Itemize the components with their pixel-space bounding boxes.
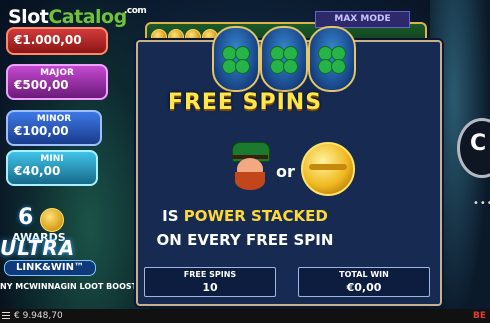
jackpot-mini: MINI €40,00 — [6, 150, 98, 186]
jackpot-mini-label: MINI — [40, 154, 64, 164]
jackpot-grand: €1.000,00 — [6, 27, 108, 55]
power-stacked-line: IS POWER STACKED — [0, 207, 490, 225]
jackpot-major-label: MAJOR — [40, 68, 74, 78]
or-text: or — [276, 162, 295, 181]
loot-boost-label: NY MCWINNAGIN LOOT BOOST — [0, 282, 138, 291]
jackpot-minor-value: €100,00 — [14, 124, 69, 138]
line1-prefix: IS — [162, 207, 184, 225]
bottom-status-bar: € 9.948,70 BE — [0, 309, 490, 323]
free-spins-title: FREE SPINS — [167, 90, 323, 115]
site-logo: SlotCatalog .com — [8, 6, 147, 28]
jackpot-minor: MINOR €100,00 — [6, 110, 102, 146]
bet-label: BE — [472, 311, 486, 321]
free-spins-label: FREE SPINS — [183, 270, 237, 279]
logo-slot-text: Slot — [8, 6, 49, 28]
spin-arrow-icon: C — [470, 131, 487, 156]
total-win-label: TOTAL WIN — [339, 270, 389, 279]
jackpot-grand-value: €1.000,00 — [14, 33, 82, 47]
logo-com-text: .com — [124, 6, 147, 16]
link-win-logo: LINK&WIN™ — [4, 260, 96, 276]
more-options-button[interactable]: ••• — [473, 198, 490, 209]
power-stacked-highlight: POWER STACKED — [183, 207, 328, 225]
leaf-shape — [331, 59, 346, 74]
logo-catalog-text: Catalog — [48, 6, 127, 28]
total-win-value: €0,00 — [346, 281, 382, 294]
jackpot-minor-label: MINOR — [36, 114, 72, 124]
leaf-shape — [283, 59, 298, 74]
leprechaun-icon — [228, 142, 272, 192]
jackpot-mini-value: €40,00 — [14, 164, 61, 178]
clover-orb-icon — [212, 26, 260, 92]
leaf-shape — [235, 59, 250, 74]
menu-icon[interactable] — [2, 312, 10, 313]
clover-orb-icon — [260, 26, 308, 92]
free-spins-counter: FREE SPINS 10 — [144, 267, 276, 297]
clover-orb-icon — [308, 26, 356, 92]
free-spins-value: 10 — [202, 281, 218, 294]
gold-coin-icon — [301, 142, 355, 196]
total-win-counter: TOTAL WIN €0,00 — [298, 267, 430, 297]
every-free-spin-line: ON EVERY FREE SPIN — [156, 231, 334, 249]
balance-value: € 9.948,70 — [14, 311, 63, 321]
beard-shape — [235, 172, 265, 190]
